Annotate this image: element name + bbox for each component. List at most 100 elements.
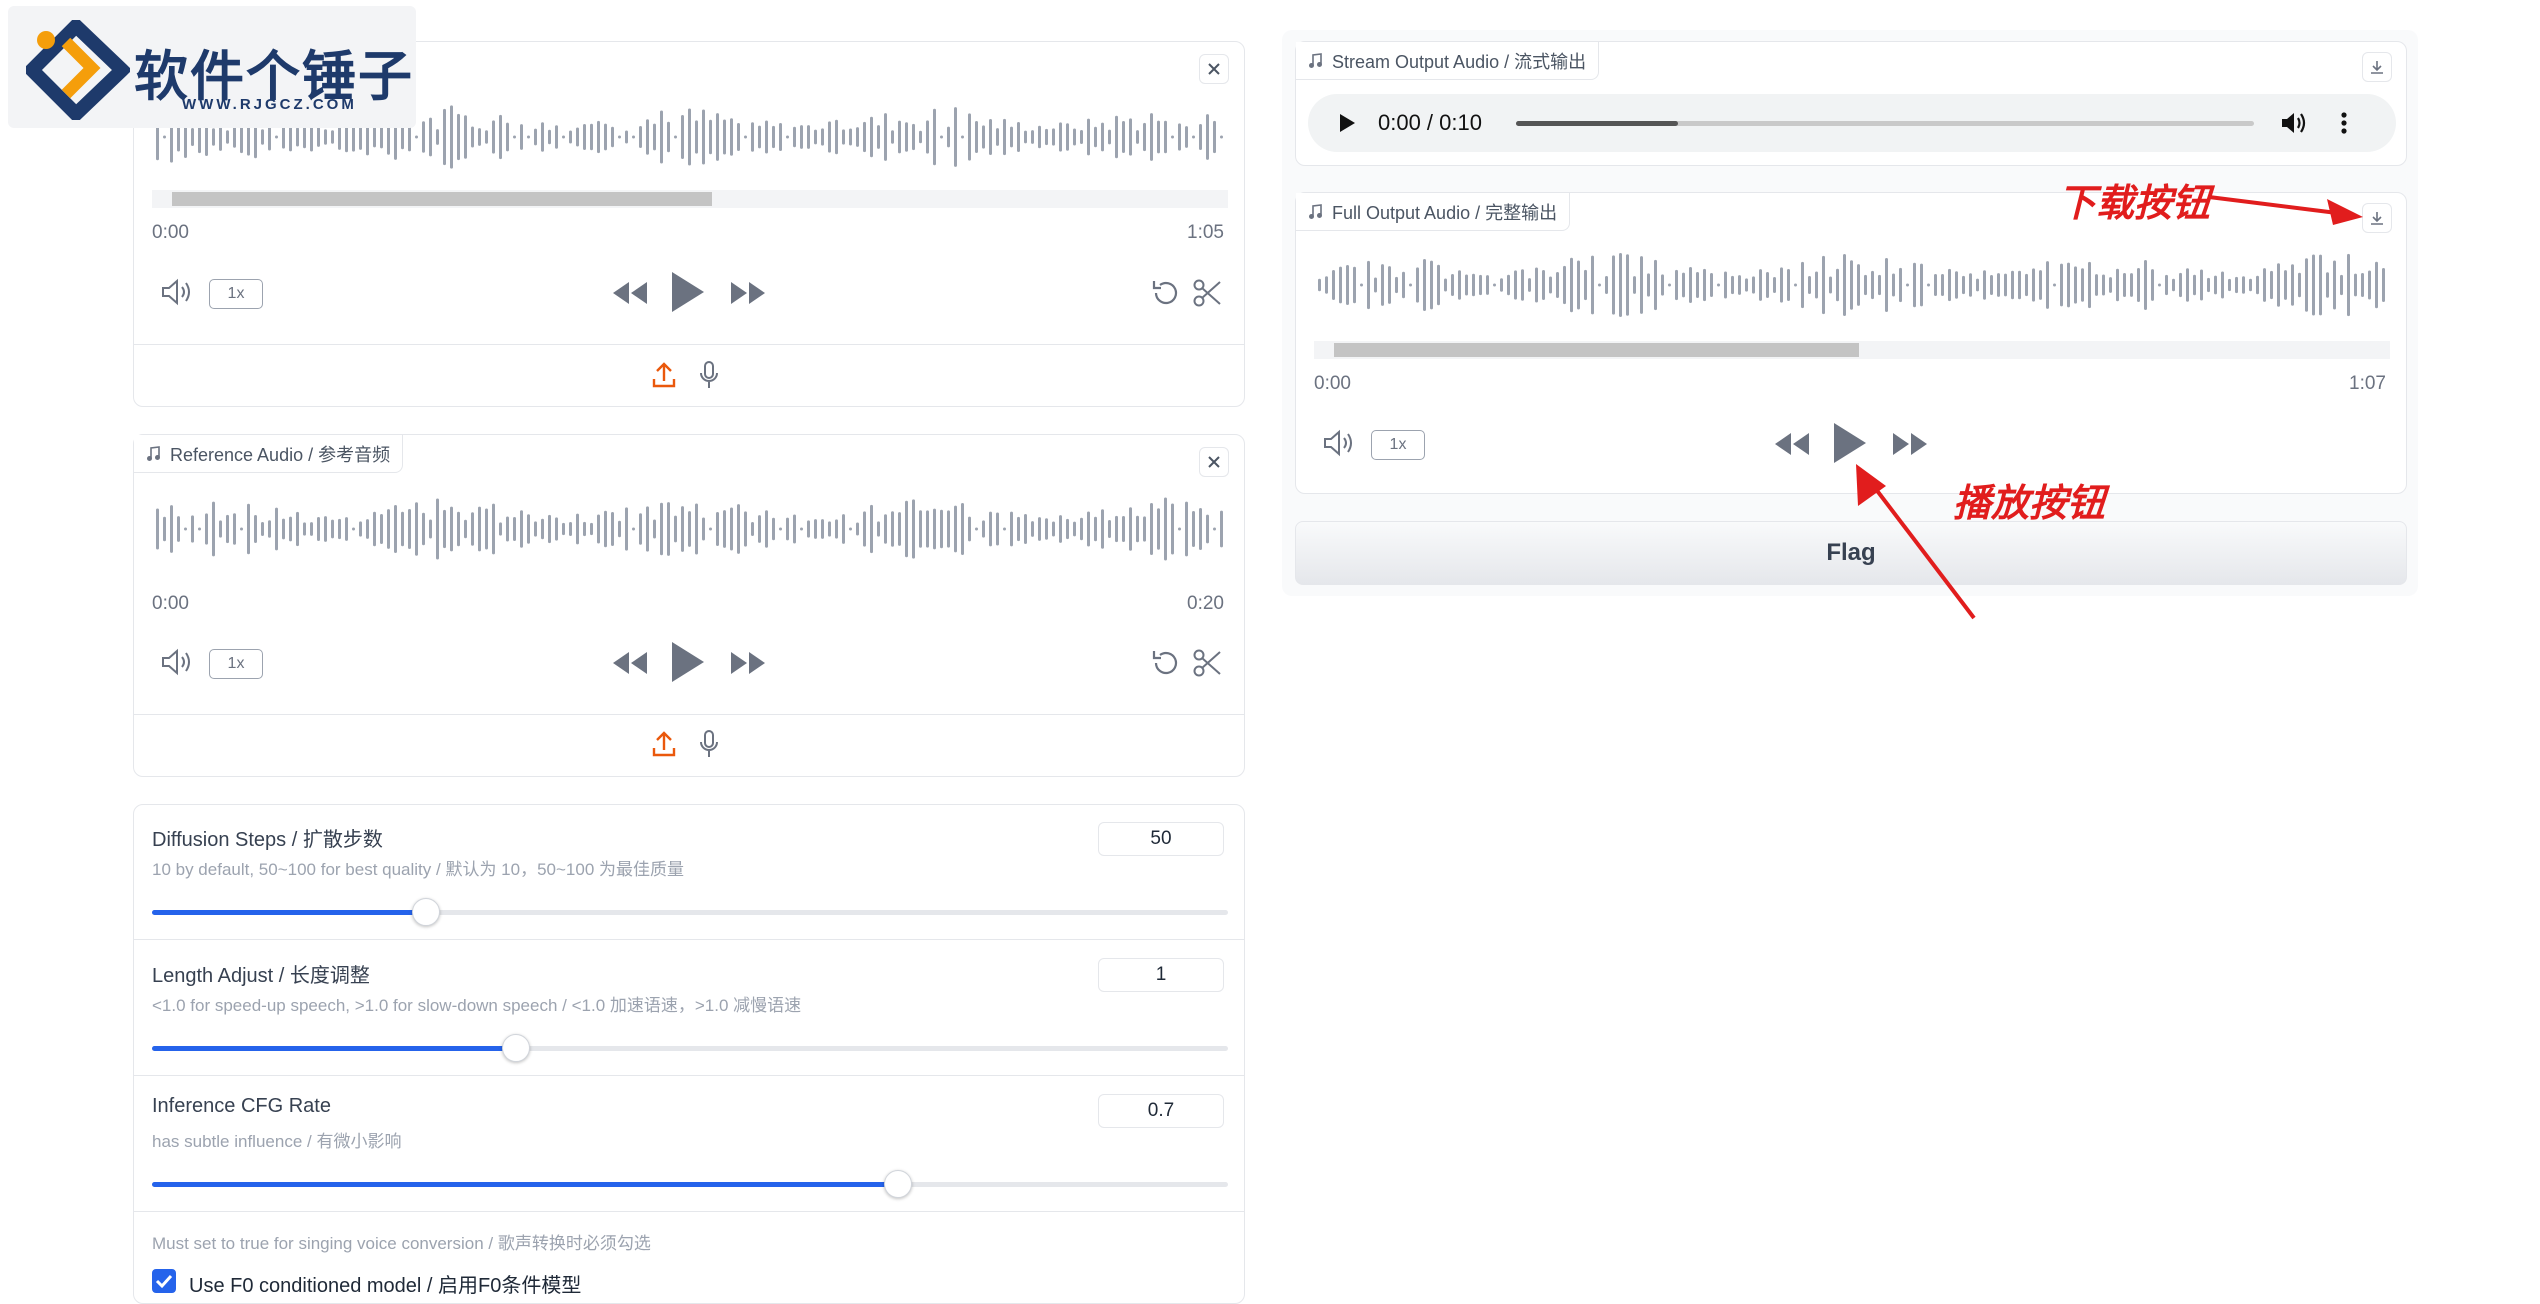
waveform-bar — [674, 135, 677, 139]
waveform-bar — [233, 513, 236, 545]
waveform-bar — [1577, 260, 1580, 310]
waveform-bar — [2053, 283, 2056, 287]
play-icon[interactable] — [1338, 113, 1356, 133]
waveform-bar — [1087, 118, 1090, 156]
slider-fill — [152, 1046, 516, 1051]
stream-audio-player[interactable]: 0:00 / 0:10 — [1308, 94, 2396, 152]
reference-clear-button[interactable] — [1199, 447, 1229, 477]
waveform-bar — [303, 522, 306, 536]
waveform-bar — [1899, 267, 1902, 303]
waveform-bar — [513, 517, 516, 541]
trim-scissors-icon[interactable] — [1192, 648, 1222, 678]
cfg-rate-thumb[interactable] — [883, 1170, 912, 1198]
waveform-bar — [1584, 269, 1587, 301]
waveform-bar — [226, 130, 229, 144]
waveform-bar — [1339, 266, 1342, 304]
waveform-bar — [1052, 128, 1055, 146]
waveform-bar — [464, 115, 467, 159]
microphone-icon[interactable] — [697, 360, 721, 390]
length-adjust-slider[interactable] — [152, 1046, 1228, 1051]
stream-download-button[interactable] — [2362, 52, 2392, 82]
waveform-bar — [2242, 276, 2245, 294]
waveform-bar — [1717, 283, 1720, 287]
cfg-rate-slider[interactable] — [152, 1182, 1228, 1187]
diffusion-steps-thumb[interactable] — [412, 898, 441, 926]
cfg-rate-input[interactable]: 0.7 — [1098, 1094, 1224, 1128]
waveform-bar — [1941, 274, 1944, 296]
waveform-bar — [856, 522, 859, 536]
waveform-bar — [422, 121, 425, 153]
reset-icon[interactable] — [1150, 648, 1182, 678]
music-note-icon — [1309, 52, 1322, 68]
waveform-bar — [1024, 513, 1027, 545]
waveform-bar — [2207, 277, 2210, 293]
waveform-bar — [2354, 273, 2357, 297]
waveform-bar — [1017, 121, 1020, 153]
upload-icon[interactable] — [651, 730, 677, 758]
slider-fill — [152, 910, 427, 915]
waveform-bar — [436, 498, 439, 560]
waveform-bar — [422, 512, 425, 546]
f0-checkbox[interactable] — [152, 1269, 176, 1293]
waveform-bar — [1710, 273, 1713, 297]
play-icon[interactable] — [1831, 421, 1869, 465]
full-output-scrollbar[interactable] — [1314, 341, 2390, 359]
waveform-bar — [1122, 516, 1125, 542]
speaker-icon[interactable] — [2280, 111, 2308, 135]
waveform-bar — [2018, 270, 2021, 300]
reference-rate-button[interactable]: 1x — [209, 649, 263, 679]
waveform-bar — [1318, 278, 1321, 292]
length-adjust-input[interactable]: 1 — [1098, 958, 1224, 992]
rewind-icon[interactable] — [611, 650, 649, 676]
rewind-icon[interactable] — [1773, 431, 1811, 457]
waveform-bar — [779, 123, 782, 151]
diffusion-steps-input[interactable]: 50 — [1098, 822, 1224, 856]
reset-icon[interactable] — [1150, 278, 1182, 308]
full-rate-button[interactable]: 1x — [1371, 430, 1425, 460]
volume-icon[interactable] — [1322, 429, 1356, 457]
diffusion-steps-slider[interactable] — [152, 910, 1228, 915]
waveform-bar — [1934, 274, 1937, 296]
waveform-bar — [898, 120, 901, 154]
more-options-icon[interactable] — [2340, 111, 2348, 135]
source-scrollbar[interactable] — [152, 190, 1228, 208]
full-output-scroll-thumb[interactable] — [1334, 343, 1859, 357]
waveform-bar — [870, 116, 873, 158]
waveform-bar — [303, 125, 306, 149]
waveform-bar — [450, 506, 453, 552]
waveform-bar — [205, 513, 208, 545]
waveform-bar — [898, 512, 901, 546]
waveform-bar — [1794, 283, 1797, 287]
trim-scissors-icon[interactable] — [1192, 278, 1222, 308]
waveform-bar — [212, 128, 215, 146]
source-clear-button[interactable] — [1199, 54, 1229, 84]
fast-forward-icon[interactable] — [729, 280, 767, 306]
reference-waveform[interactable] — [152, 489, 1228, 569]
play-icon[interactable] — [669, 270, 707, 314]
source-rate-button[interactable]: 1x — [209, 279, 263, 309]
upload-icon[interactable] — [651, 361, 677, 389]
full-output-waveform[interactable] — [1314, 245, 2390, 325]
source-scroll-thumb[interactable] — [172, 192, 712, 206]
f0-checkbox-label[interactable]: Use F0 conditioned model / 启用F0条件模型 — [189, 1269, 581, 1298]
length-adjust-thumb[interactable] — [501, 1034, 530, 1062]
waveform-bar — [821, 128, 824, 146]
play-icon[interactable] — [669, 640, 707, 684]
waveform-bar — [947, 126, 950, 148]
volume-icon[interactable] — [160, 278, 194, 306]
waveform-bar — [520, 510, 523, 548]
stream-progress-track[interactable] — [1516, 121, 2254, 126]
waveform-bar — [765, 510, 768, 548]
waveform-bar — [996, 512, 999, 546]
microphone-icon[interactable] — [697, 729, 721, 759]
rewind-icon[interactable] — [611, 280, 649, 306]
full-download-button[interactable] — [2362, 203, 2392, 233]
waveform-bar — [1157, 120, 1160, 154]
waveform-bar — [667, 502, 670, 556]
reference-time-start: 0:00 — [152, 593, 189, 614]
volume-icon[interactable] — [160, 648, 194, 676]
waveform-bar — [891, 511, 894, 547]
fast-forward-icon[interactable] — [729, 650, 767, 676]
fast-forward-icon[interactable] — [1891, 431, 1929, 457]
waveform-bar — [548, 129, 551, 145]
